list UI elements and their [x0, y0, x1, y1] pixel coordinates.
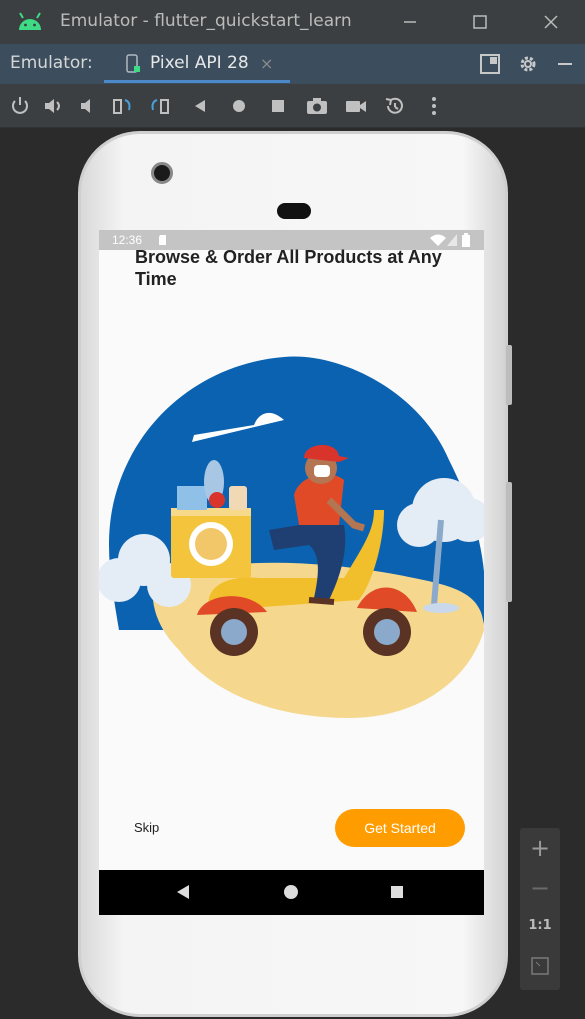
- hide-icon[interactable]: [556, 53, 574, 75]
- get-started-button[interactable]: Get Started: [335, 809, 465, 847]
- onboarding-headline: Browse & Order All Products at Any Time: [135, 247, 442, 289]
- maximize-icon[interactable]: [468, 10, 492, 34]
- nav-overview-icon[interactable]: [390, 885, 404, 899]
- tab-label: Pixel API 28: [150, 53, 249, 73]
- snapshot-icon[interactable]: [383, 94, 407, 118]
- screenshot-icon[interactable]: [305, 94, 329, 118]
- tab-close-icon[interactable]: ×: [260, 54, 273, 73]
- device-icon: [126, 54, 140, 73]
- battery-icon: [462, 233, 470, 247]
- home-icon[interactable]: [227, 94, 251, 118]
- volume-down-icon[interactable]: [76, 94, 100, 118]
- emulator-toolbar: [0, 84, 585, 128]
- emulator-tab-bar: Emulator: Pixel API 28 ×: [0, 44, 585, 84]
- skip-button[interactable]: Skip: [134, 820, 159, 835]
- tab-underline: [104, 80, 290, 83]
- minimize-icon[interactable]: [398, 10, 422, 34]
- zoom-controls: + − 1:1: [520, 828, 560, 990]
- screenrecord-icon[interactable]: [344, 94, 368, 118]
- signal-icon: [447, 234, 457, 246]
- nav-home-icon[interactable]: [283, 884, 299, 900]
- zoom-out-button[interactable]: −: [520, 874, 560, 902]
- front-camera: [151, 162, 173, 184]
- window-mode-icon[interactable]: [479, 53, 501, 75]
- tab-pixel-api-28[interactable]: Pixel API 28 ×: [104, 44, 290, 84]
- rotate-right-icon[interactable]: [148, 94, 172, 118]
- sd-card-icon: [159, 235, 166, 245]
- zoom-in-button[interactable]: +: [520, 834, 560, 862]
- zoom-1to1-button[interactable]: 1:1: [520, 918, 560, 933]
- back-icon[interactable]: [188, 94, 212, 118]
- emulator-label: Emulator:: [10, 53, 93, 73]
- title-bar: Emulator - flutter_quickstart_learn: [0, 0, 585, 44]
- window-title: Emulator - flutter_quickstart_learn: [60, 11, 352, 31]
- power-icon[interactable]: [8, 94, 32, 118]
- overview-icon[interactable]: [266, 94, 290, 118]
- power-button: [506, 482, 512, 602]
- phone-screen: 12:36 Browse & Order All Products at Any…: [99, 230, 484, 915]
- zoom-fit-icon[interactable]: [530, 956, 550, 976]
- status-time: 12:36: [112, 233, 143, 247]
- rotate-left-icon[interactable]: [110, 94, 134, 118]
- android-nav-bar: [99, 870, 484, 915]
- more-icon[interactable]: [422, 94, 446, 118]
- gear-icon[interactable]: [517, 53, 539, 75]
- volume-button: [506, 345, 512, 405]
- volume-up-icon[interactable]: [42, 94, 66, 118]
- android-icon: [19, 12, 41, 30]
- nav-back-icon[interactable]: [175, 884, 191, 900]
- wifi-icon: [430, 234, 446, 246]
- close-icon[interactable]: [539, 10, 563, 34]
- delivery-illustration: [99, 356, 484, 718]
- speaker: [277, 203, 311, 219]
